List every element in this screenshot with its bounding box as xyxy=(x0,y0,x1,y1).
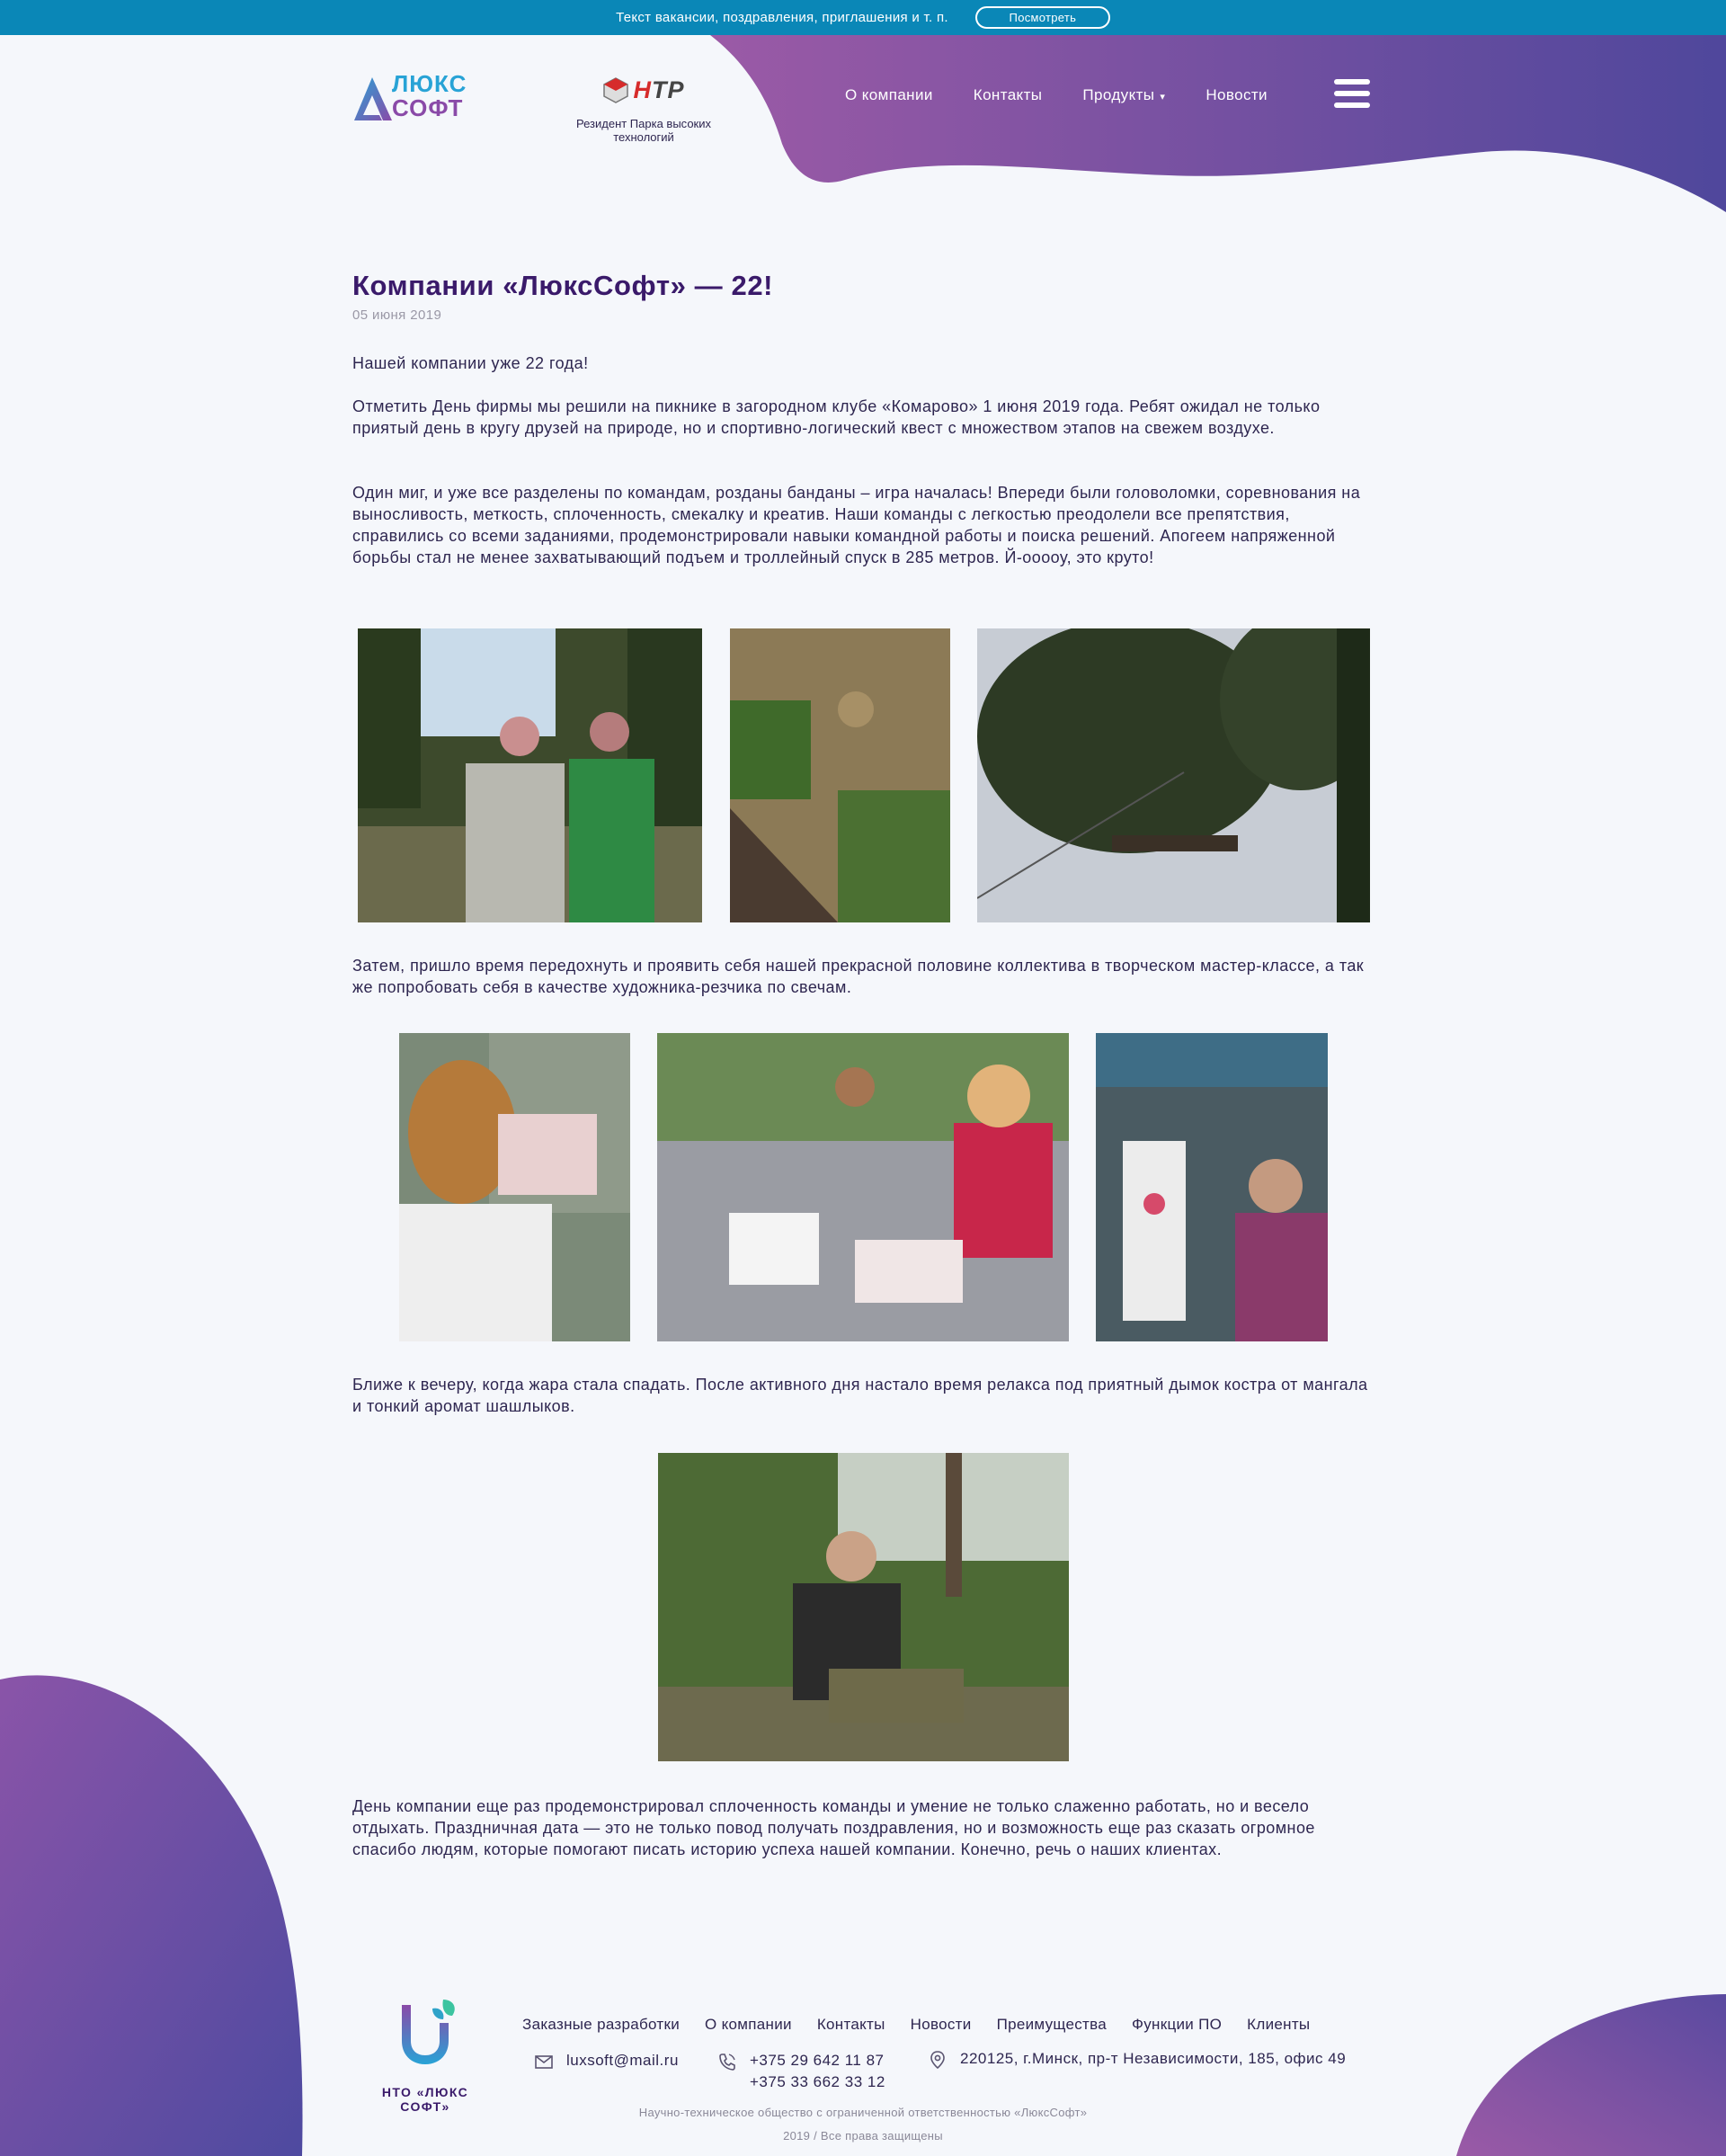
left-bottom-blob-shape xyxy=(0,1675,303,2156)
nav-about[interactable]: О компании xyxy=(845,86,933,104)
article-paragraph-4: Затем, пришло время передохнуть и прояви… xyxy=(352,957,1365,996)
htp-caption: Резидент Парка высоких технологий xyxy=(575,117,712,144)
photo-masterclass-1[interactable] xyxy=(399,1033,630,1341)
footer-nav-custom-dev[interactable]: Заказные разработки xyxy=(522,2016,680,2034)
photo-masterclass-3[interactable] xyxy=(1096,1033,1328,1341)
article-date: 05 июня 2019 xyxy=(352,307,442,323)
footer-nav-advantages[interactable]: Преимущества xyxy=(997,2016,1107,2034)
footer-logo-mark-icon xyxy=(402,2000,455,2064)
footer-nav-clients[interactable]: Клиенты xyxy=(1247,2016,1310,2034)
article-title: Компании «ЛюксСофт» — 22! xyxy=(352,270,774,301)
footer-nav: Заказные разработки О компании Контакты … xyxy=(522,2016,1310,2034)
htp-cube-icon xyxy=(603,77,629,103)
nav-news[interactable]: Новости xyxy=(1206,86,1268,104)
main-nav: О компании Контакты Продукты ▾ Новости xyxy=(845,86,1268,104)
footer-email[interactable]: luxsoft@mail.ru xyxy=(534,2050,679,2071)
logo-line1: ЛЮКС xyxy=(392,70,467,97)
phone-icon xyxy=(719,2054,735,2071)
photo-quest-helmets[interactable] xyxy=(358,628,702,922)
announcement-bar: Текст вакансии, поздравления, приглашени… xyxy=(0,0,1726,35)
logo-line2: СОФТ xyxy=(392,94,464,121)
photo-masterclass-2[interactable] xyxy=(657,1033,1069,1341)
article: Компании «ЛюксСофт» — 22! 05 июня 2019 Н… xyxy=(352,270,1374,1858)
announcement-text: Текст вакансии, поздравления, приглашени… xyxy=(616,10,948,25)
footer-phone-2: +375 33 662 33 12 xyxy=(750,2073,885,2090)
htp-partner-block[interactable]: НТР Резидент Парка высоких технологий xyxy=(554,68,734,145)
footer-nav-contacts[interactable]: Контакты xyxy=(817,2016,885,2034)
footer-phone-1: +375 29 642 11 87 xyxy=(750,2052,885,2069)
footer-legal: Научно-техническое общество с ограниченн… xyxy=(638,2106,1088,2119)
article-paragraph-1: Нашей компании уже 22 года! xyxy=(352,354,589,372)
footer-email-text: luxsoft@mail.ru xyxy=(566,2052,679,2069)
footer-nav-features[interactable]: Функции ПО xyxy=(1132,2016,1222,2034)
hamburger-icon[interactable] xyxy=(1334,79,1370,111)
footer-copyright: 2019 / Все права защищены xyxy=(783,2129,943,2143)
announcement-view-button[interactable]: Посмотреть xyxy=(974,6,1110,29)
map-pin-icon xyxy=(930,2051,945,2070)
luxsoft-logo-mark-icon xyxy=(354,77,392,120)
envelope-icon xyxy=(535,2055,553,2069)
article-paragraph-2: Отметить День фирмы мы решили на пикнике… xyxy=(352,397,1321,437)
footer-address-text: 220125, г.Минск, пр-т Независимости, 185… xyxy=(960,2050,1347,2067)
photo-bbq[interactable] xyxy=(658,1453,1069,1761)
header-wave-shape xyxy=(710,35,1726,212)
article-paragraph-5: Ближе к вечеру, когда жара стала спадать… xyxy=(352,1376,1368,1415)
footer-nav-news[interactable]: Новости xyxy=(911,2016,972,2034)
footer-logo[interactable]: НТО «ЛЮКС СОФТ» xyxy=(358,1996,493,2114)
luxsoft-logo[interactable]: ЛЮКС СОФТ xyxy=(352,72,478,124)
chevron-down-icon: ▾ xyxy=(1160,92,1166,102)
article-paragraph-3: Один миг, и уже все разделены по команда… xyxy=(352,484,1361,566)
article-paragraph-6: День компании еще раз продемонстрировал … xyxy=(352,1797,1315,1858)
photo-quest-aerial[interactable] xyxy=(730,628,950,922)
htp-logo-text: НТР xyxy=(633,76,685,103)
nav-contacts[interactable]: Контакты xyxy=(974,86,1043,104)
photo-quest-trees[interactable] xyxy=(977,628,1370,922)
footer-phones[interactable]: +375 29 642 11 87 +375 33 662 33 12 xyxy=(717,2050,885,2093)
nav-products-label: Продукты xyxy=(1082,86,1155,103)
footer-nav-about[interactable]: О компании xyxy=(705,2016,792,2034)
footer-address: 220125, г.Минск, пр-т Независимости, 185… xyxy=(928,2048,1346,2070)
nav-products[interactable]: Продукты ▾ xyxy=(1082,86,1165,104)
